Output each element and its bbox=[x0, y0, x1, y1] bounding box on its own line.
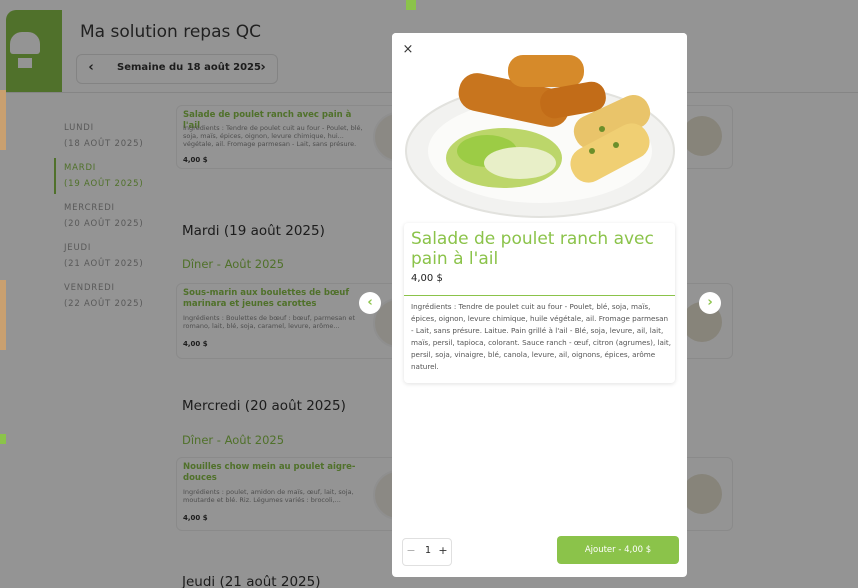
add-to-cart-button[interactable]: Ajouter - 4,00 $ bbox=[557, 536, 679, 564]
next-meal-button[interactable]: › bbox=[699, 292, 721, 314]
quantity-value[interactable]: 1 bbox=[423, 545, 433, 556]
meal-title: Salade de poulet ranch avec pain à l'ail bbox=[411, 229, 654, 269]
meal-info: Salade de poulet ranch avec pain à l'ail… bbox=[404, 223, 675, 383]
accent-bar-left bbox=[0, 434, 6, 444]
minus-icon[interactable]: − bbox=[406, 544, 416, 557]
meal-ingredients: Ingrédients : Tendre de poulet cuit au f… bbox=[411, 302, 672, 371]
close-icon[interactable]: × bbox=[399, 41, 417, 59]
background-photo-edge bbox=[0, 280, 6, 350]
meal-detail-modal: × Salade de poulet ranch avec pain à l'a… bbox=[392, 33, 687, 577]
background-photo-edge bbox=[0, 90, 6, 150]
previous-meal-button[interactable]: ‹ bbox=[359, 292, 381, 314]
accent-bar-top bbox=[406, 0, 416, 10]
plus-icon[interactable]: + bbox=[438, 544, 448, 557]
meal-photo bbox=[392, 33, 687, 223]
quantity-stepper: − 1 + bbox=[402, 538, 452, 566]
meal-price: 4,00 $ bbox=[411, 273, 443, 284]
divider bbox=[404, 295, 675, 296]
